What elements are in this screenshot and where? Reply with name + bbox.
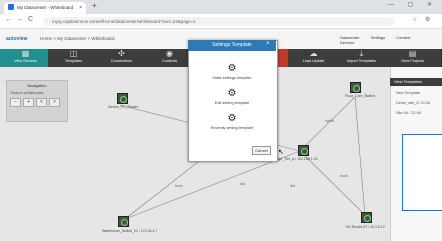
sidebar-header[interactable]: View Templates <box>390 78 442 86</box>
forward-icon[interactable]: → <box>16 16 23 23</box>
devices-icon: ▦ <box>21 49 30 58</box>
url-input[interactable]: myiq.capitaloneon.io/rest/home/datacente… <box>44 17 394 26</box>
tab-close-icon[interactable]: × <box>79 2 82 14</box>
device-node-label: Floor_Core_Switch <box>345 94 375 98</box>
cancel-button[interactable]: Cancel <box>252 146 271 155</box>
header-link-devices[interactable]: Devices <box>340 40 354 45</box>
sidebar-item[interactable]: New Template <box>396 91 420 95</box>
device-node[interactable] <box>118 216 129 227</box>
mouse-cursor-icon: ↖ <box>278 149 284 156</box>
link-label: link <box>290 184 296 188</box>
projects-icon: ▤ <box>408 49 417 58</box>
make-settings-template-option[interactable]: ⚙ Make settings template <box>188 63 276 81</box>
device-node[interactable] <box>298 145 309 156</box>
bookmark-star-icon[interactable]: ☆ <box>412 16 417 23</box>
new-tab-button[interactable]: + <box>92 1 97 10</box>
back-icon[interactable]: ← <box>5 16 12 23</box>
window-controls[interactable]: — ▢ ✕ <box>388 1 438 8</box>
sidebar-item[interactable]: Demo_site_2/ 10.26 <box>396 101 430 105</box>
gear-icon: ⚙ <box>227 113 237 124</box>
sidebar-item[interactable]: Site-04 / 12.48 <box>396 111 421 115</box>
device-node-label: Warehouse_Switch_01 / 172.16.4.7 <box>102 229 158 233</box>
sidebar-preview-panel <box>402 134 442 211</box>
toolbar-view-projects-button[interactable]: ▤ View Projects <box>384 49 442 67</box>
toolbar-import-templates-button[interactable]: ⤓ Import Templates <box>336 49 388 67</box>
device-node-label: NY-Router-07 / 10.1.5.12 <box>346 225 385 229</box>
recently-setting-template-option[interactable]: ⚙ Recently setting template <box>188 113 276 131</box>
toolbar-load-update-button[interactable]: ☁ Load Update <box>288 49 340 67</box>
cloud-icon: ☁ <box>309 49 318 58</box>
zoom-out-button[interactable]: − <box>10 98 21 107</box>
connection-line <box>299 96 356 152</box>
toolbar-templates-button[interactable]: ◫ Templates <box>48 49 100 67</box>
connections-icon: ✣ <box>118 49 125 58</box>
toolbar-connections-button[interactable]: ✣ Connections <box>96 49 148 67</box>
modal-title: Settings Template <box>188 40 276 51</box>
connection-line <box>354 96 366 216</box>
pan-left-button[interactable]: < <box>36 98 47 107</box>
breadcrumb[interactable]: Home > My Datacenter > Whiteboard <box>40 36 115 41</box>
app-logo[interactable]: autoview <box>6 36 27 42</box>
device-node[interactable] <box>350 82 361 93</box>
header-controls: Datacenter Settings Content Devices <box>340 35 442 45</box>
close-icon[interactable]: × <box>266 41 270 47</box>
option-label: Edit setting template <box>214 101 250 105</box>
edit-setting-template-option[interactable]: ⚙ Edit setting template <box>188 88 276 106</box>
link-label: uplink <box>325 119 334 123</box>
settings-icon[interactable]: ⚙ <box>425 16 430 23</box>
link-label: link <box>240 182 246 186</box>
pan-right-button[interactable]: > <box>49 98 60 107</box>
navigation-panel: Navigation Search whiteboard − + < > <box>6 80 68 122</box>
link-label: trunk <box>340 174 348 178</box>
header-link-settings[interactable]: Settings <box>371 35 385 40</box>
device-node[interactable] <box>361 212 372 223</box>
download-icon: ⤓ <box>359 49 364 58</box>
option-label: Make settings template <box>212 76 252 80</box>
favicon-icon <box>8 4 14 10</box>
zoom-in-button[interactable]: + <box>23 98 34 107</box>
templates-icon: ◫ <box>69 49 78 58</box>
option-label: Recently setting template <box>210 126 254 130</box>
link-label: trunk <box>175 184 183 188</box>
device-node-label: Device_PC_Router <box>108 105 138 109</box>
gear-icon: ⚙ <box>227 63 237 74</box>
toolbar-view-devices-button[interactable]: ▦ View Devices <box>0 49 52 67</box>
reload-icon[interactable]: C <box>28 16 33 23</box>
browser-tab[interactable]: My Datacenter - Whiteboard × <box>4 2 86 14</box>
header-link-content[interactable]: Content <box>396 35 410 40</box>
tab-title: My Datacenter - Whiteboard <box>17 5 74 10</box>
device-node[interactable] <box>117 93 128 104</box>
gear-icon: ⚙ <box>227 88 237 99</box>
search-whiteboard-label[interactable]: Search whiteboard <box>7 88 67 95</box>
navigation-panel-title: Navigation <box>27 83 47 88</box>
